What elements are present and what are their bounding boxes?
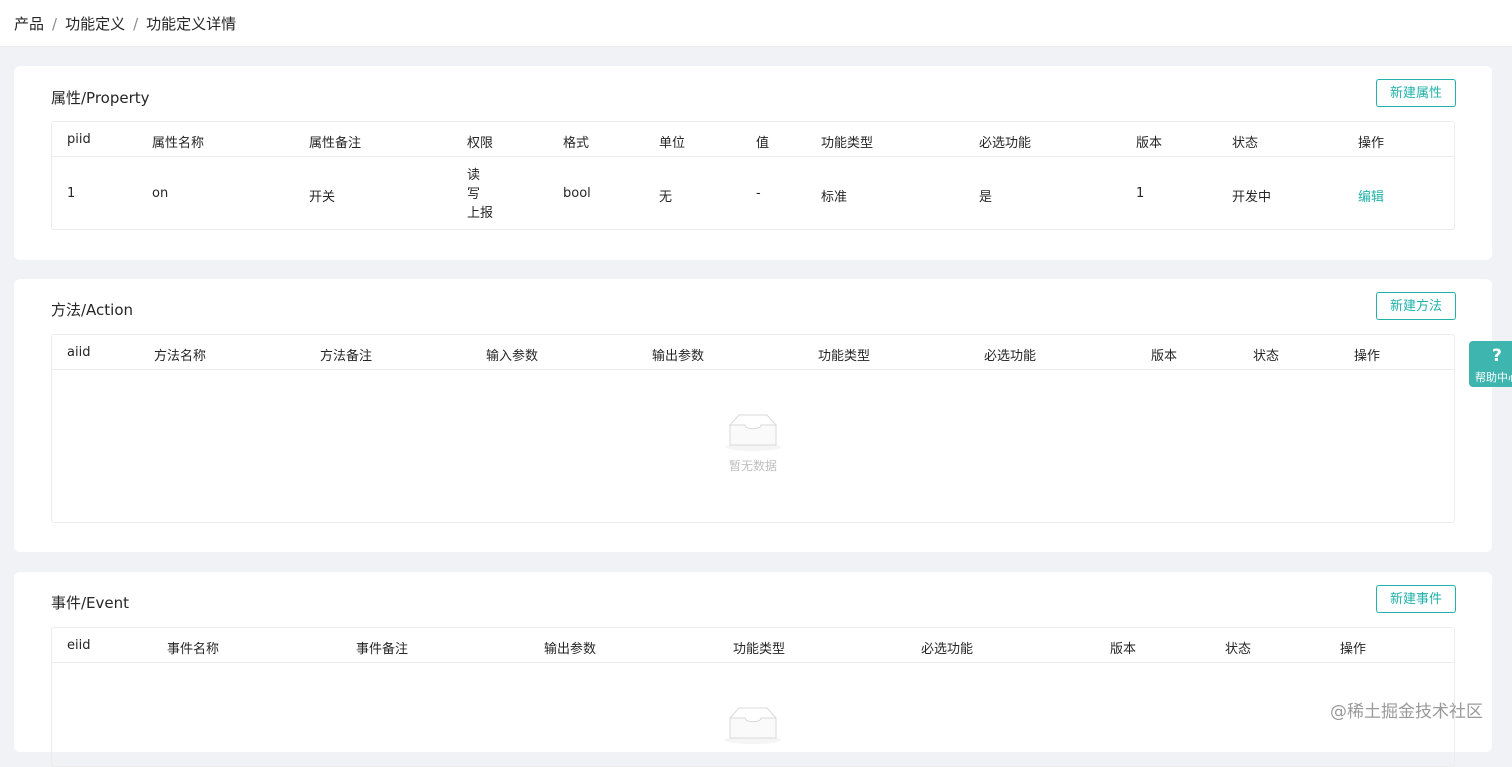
event-table: eiid 事件名称 事件备注 输出参数 功能类型 必选功能 版本 状态 操作 — [51, 627, 1455, 767]
column-header: 功能类型 — [821, 136, 874, 151]
permission-write: 写 — [467, 187, 481, 202]
column-header: 版本 — [1110, 642, 1137, 657]
column-header: 操作 — [1354, 349, 1381, 364]
action-table-header: aiid 方法名称 方法备注 输入参数 输出参数 功能类型 必选功能 版本 状态… — [52, 335, 1454, 370]
column-header: 必选功能 — [984, 349, 1037, 364]
breadcrumb-separator: / — [52, 14, 58, 33]
edit-link[interactable]: 编辑 — [1358, 186, 1384, 205]
action-card: 方法/Action 新建方法 aiid 方法名称 方法备注 输入参数 输出参数 … — [14, 279, 1492, 552]
column-header: 功能类型 — [818, 349, 871, 364]
empty-state: 暂无数据 — [52, 412, 1454, 474]
cell-required: 是 — [979, 190, 993, 205]
column-header: 输入参数 — [486, 349, 539, 364]
cell-format: bool — [563, 186, 591, 201]
cell-unit: 无 — [659, 190, 673, 205]
action-card-title: 方法/Action — [51, 301, 134, 319]
event-card: 事件/Event 新建事件 eiid 事件名称 事件备注 输出参数 功能类型 必… — [14, 572, 1492, 767]
help-center-button[interactable]: ? 帮助中心 — [1469, 341, 1512, 387]
column-header: 事件备注 — [356, 642, 409, 657]
column-header: 输出参数 — [652, 349, 705, 364]
cell-remark: 开关 — [309, 190, 336, 205]
column-header: piid — [67, 132, 91, 147]
breadcrumb-item-current: 功能定义详情 — [146, 15, 237, 33]
help-center-label: 帮助中心 — [1475, 371, 1512, 384]
column-header: 版本 — [1136, 136, 1163, 151]
column-header: 操作 — [1340, 642, 1367, 657]
empty-inbox-icon — [725, 414, 781, 451]
add-event-button[interactable]: 新建事件 — [1376, 585, 1456, 613]
column-header: 格式 — [563, 136, 590, 151]
add-property-button[interactable]: 新建属性 — [1376, 79, 1456, 107]
property-table-header: piid 属性名称 属性备注 权限 格式 单位 值 功能类型 必选功能 版本 状… — [52, 122, 1454, 157]
column-header: 属性名称 — [152, 136, 205, 151]
cell-piid: 1 — [67, 186, 76, 201]
event-card-title: 事件/Event — [51, 594, 130, 612]
column-header: 状态 — [1253, 349, 1280, 364]
column-header: 操作 — [1358, 136, 1385, 151]
column-header: 必选功能 — [979, 136, 1032, 151]
cell-version: 1 — [1136, 186, 1145, 201]
column-header: 功能类型 — [733, 642, 786, 657]
column-header: 权限 — [467, 136, 494, 151]
column-header: 值 — [756, 136, 770, 151]
column-header: 必选功能 — [921, 642, 974, 657]
cell-value: - — [756, 186, 761, 201]
column-header: eiid — [67, 638, 91, 653]
property-card: 属性/Property 新建属性 piid 属性名称 属性备注 权限 格式 单位… — [14, 66, 1492, 260]
column-header: 状态 — [1232, 136, 1259, 151]
column-header: 方法备注 — [320, 349, 373, 364]
watermark: @稀土掘金技术社区 — [1330, 702, 1483, 722]
empty-text: 暂无数据 — [728, 459, 777, 473]
column-header: aiid — [67, 345, 91, 360]
action-table: aiid 方法名称 方法备注 输入参数 输出参数 功能类型 必选功能 版本 状态… — [51, 334, 1455, 523]
add-action-button[interactable]: 新建方法 — [1376, 292, 1456, 320]
column-header: 输出参数 — [544, 642, 597, 657]
cell-name: on — [152, 186, 169, 201]
breadcrumb-item-function-definition[interactable]: 功能定义 — [65, 13, 125, 34]
event-table-header: eiid 事件名称 事件备注 输出参数 功能类型 必选功能 版本 状态 操作 — [52, 628, 1454, 663]
breadcrumb: 产品 / 功能定义 / 功能定义详情 — [14, 13, 236, 34]
empty-state — [52, 705, 1454, 750]
permission-read: 读 — [467, 168, 481, 183]
question-icon: ? — [1492, 346, 1502, 366]
column-header: 单位 — [659, 136, 686, 151]
column-header: 方法名称 — [154, 349, 207, 364]
breadcrumb-separator: / — [133, 14, 139, 33]
column-header: 版本 — [1151, 349, 1178, 364]
property-table: piid 属性名称 属性备注 权限 格式 单位 值 功能类型 必选功能 版本 状… — [51, 121, 1455, 230]
cell-func-type: 标准 — [821, 190, 848, 205]
empty-inbox-icon — [725, 707, 781, 744]
property-card-title: 属性/Property — [51, 89, 150, 107]
column-header: 属性备注 — [309, 136, 362, 151]
column-header: 状态 — [1225, 642, 1252, 657]
cell-permissions: 读 写 上报 — [467, 166, 493, 223]
cell-status: 开发中 — [1232, 190, 1272, 205]
breadcrumb-item-products[interactable]: 产品 — [14, 13, 44, 34]
column-header: 事件名称 — [167, 642, 220, 657]
permission-report: 上报 — [467, 206, 494, 221]
top-bar: 产品 / 功能定义 / 功能定义详情 — [0, 0, 1512, 47]
